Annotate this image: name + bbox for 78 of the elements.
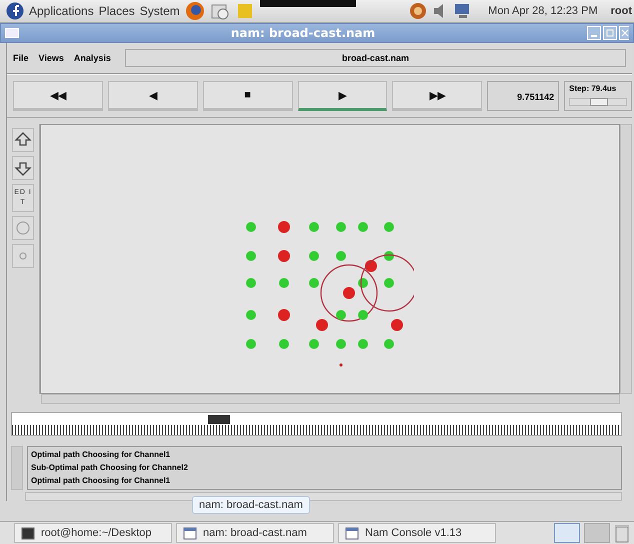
panel-menu[interactable]: Applications — [29, 4, 94, 18]
menu-item[interactable]: Views — [38, 53, 64, 63]
log-scrollbar[interactable] — [11, 446, 23, 490]
network-node[interactable] — [384, 339, 394, 349]
log-line: Optimal path Choosing for Channel1 — [31, 475, 172, 487]
logo-icon[interactable] — [6, 2, 24, 20]
network-node[interactable] — [278, 250, 290, 262]
play-button[interactable]: ▶ — [298, 81, 388, 111]
network-node[interactable] — [343, 287, 355, 299]
step-slider[interactable] — [569, 98, 627, 106]
workspace-switcher[interactable] — [584, 523, 610, 543]
network-node[interactable] — [309, 339, 319, 349]
network-node[interactable] — [309, 251, 319, 261]
network-node[interactable] — [384, 222, 394, 232]
fast-forward-button[interactable]: ▶▶ — [392, 81, 482, 111]
minimize-icon[interactable] — [587, 26, 601, 40]
network-node[interactable] — [246, 339, 256, 349]
network-node[interactable] — [336, 251, 346, 261]
panel-clock[interactable]: Mon Apr 28, 12:23 PM — [488, 5, 598, 17]
circle-tool-button[interactable] — [12, 216, 34, 240]
network-node[interactable] — [278, 221, 290, 233]
window-title: nam: broad-cast.nam — [230, 26, 376, 40]
terminal-icon — [21, 526, 35, 540]
network-node[interactable] — [336, 310, 346, 320]
network-node[interactable] — [358, 339, 368, 349]
network-node[interactable] — [246, 278, 256, 288]
rewind-button[interactable]: ◀◀ — [13, 81, 103, 111]
menu-item[interactable]: Analysis — [74, 53, 111, 63]
network-node[interactable] — [246, 310, 256, 320]
network-node[interactable] — [278, 309, 290, 321]
network-node[interactable] — [358, 278, 368, 288]
zoom-in-button[interactable] — [12, 128, 34, 152]
horizontal-scrollbar[interactable] — [41, 394, 620, 404]
play-backward-button[interactable]: ◀ — [108, 81, 198, 111]
stop-button[interactable]: ■ — [202, 81, 293, 111]
network-node[interactable] — [309, 278, 319, 288]
file-name-label: broad-cast.nam — [124, 49, 626, 67]
workspace-switcher[interactable] — [554, 523, 580, 543]
window-menu-icon[interactable] — [5, 28, 19, 38]
network-node[interactable] — [384, 278, 394, 288]
network-node[interactable] — [391, 319, 403, 331]
panel-menu[interactable]: Places — [98, 4, 135, 18]
panel-user[interactable]: root — [610, 5, 632, 17]
network-node[interactable] — [279, 339, 289, 349]
window-icon — [183, 526, 197, 540]
maximize-icon[interactable] — [603, 26, 617, 40]
taskbar-button[interactable]: root@home:~/Desktop — [14, 523, 172, 543]
packet-dot — [340, 364, 342, 366]
network-node[interactable] — [316, 319, 328, 331]
network-node[interactable] — [358, 310, 368, 320]
panel-menu[interactable]: System — [140, 4, 180, 18]
step-label: Step: 79.4us — [569, 84, 618, 93]
network-node[interactable] — [358, 222, 368, 232]
time-display: 9.751142 — [487, 81, 560, 111]
timeline-slider[interactable] — [11, 412, 622, 436]
network-node[interactable] — [309, 222, 319, 232]
network-node[interactable] — [336, 339, 346, 349]
browser-icon[interactable] — [184, 1, 205, 21]
taskbar-button[interactable]: nam: broad-cast.nam — [176, 523, 334, 543]
network-node[interactable] — [336, 222, 346, 232]
trash-icon[interactable] — [614, 523, 630, 543]
close-icon[interactable] — [619, 26, 629, 40]
circle-icon — [14, 219, 32, 237]
network-node[interactable] — [279, 278, 289, 288]
network-node[interactable] — [246, 251, 256, 261]
log-line: Sub-Optimal path Choosing for Channel2 — [31, 462, 189, 474]
network-node[interactable] — [384, 251, 394, 261]
network-node[interactable] — [365, 260, 377, 272]
log-line: Optimal path Choosing for Channel1 — [31, 449, 172, 461]
update-icon[interactable] — [409, 2, 428, 20]
network-node[interactable] — [246, 222, 256, 232]
menu-item[interactable]: File — [13, 53, 29, 63]
tooltip: nam: broad-cast.nam — [192, 496, 310, 514]
zoom-out-button[interactable] — [12, 156, 34, 180]
taskbar-button[interactable]: Nam Console v1.13 — [338, 523, 496, 543]
window-icon — [345, 526, 359, 540]
dot-tool-button[interactable] — [12, 244, 34, 268]
vertical-scrollbar[interactable] — [620, 124, 632, 394]
